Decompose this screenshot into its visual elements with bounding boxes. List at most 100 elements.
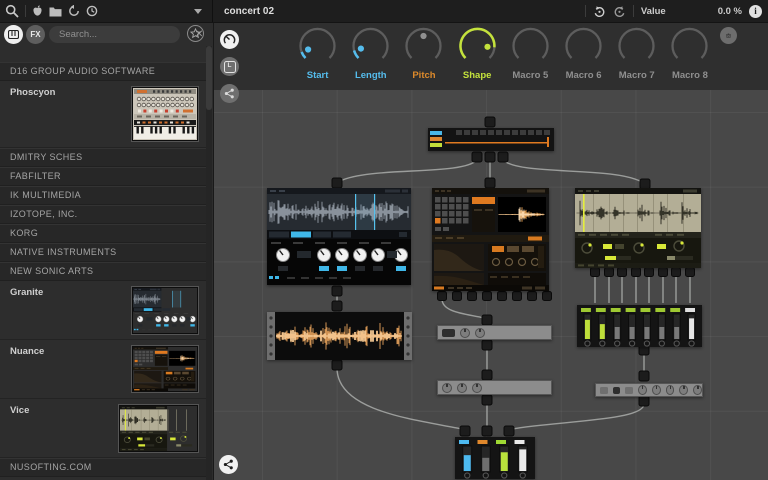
mini-knob[interactable]: [460, 328, 470, 338]
patch-port[interactable]: [452, 291, 462, 301]
patch-port[interactable]: [482, 291, 492, 301]
undo-button[interactable]: [593, 5, 606, 18]
patch-port[interactable]: [332, 286, 343, 297]
patch-port[interactable]: [482, 395, 493, 406]
node-utility-3[interactable]: [595, 383, 703, 397]
node-utility-1[interactable]: [437, 325, 552, 340]
mini-knob[interactable]: [475, 328, 485, 338]
macro-knob-macro-6[interactable]: Macro 6: [557, 26, 610, 81]
macro-knob-start[interactable]: Start: [291, 26, 344, 81]
node-mixer-8ch[interactable]: [577, 305, 702, 347]
node-audio-recorder[interactable]: [267, 312, 412, 360]
vendor-header[interactable]: IK MULTIMEDIA: [0, 186, 206, 205]
vendor-header[interactable]: IZOTOPE, INC.: [0, 205, 206, 224]
audio-unit-icon[interactable]: [32, 5, 43, 17]
plugin-item-granite[interactable]: Granite: [0, 281, 206, 340]
patch-port[interactable]: [482, 370, 493, 381]
node-vice-instrument[interactable]: [575, 188, 701, 268]
macro-knob-shape[interactable]: Shape: [451, 26, 504, 81]
clock-icon[interactable]: [86, 5, 98, 17]
button-chip[interactable]: [600, 387, 608, 394]
patch-port[interactable]: [590, 267, 600, 277]
favorites-button[interactable]: [187, 25, 204, 42]
patch-port[interactable]: [639, 396, 650, 407]
patch-port[interactable]: [604, 267, 614, 277]
graph-overlay-button[interactable]: [219, 455, 238, 474]
patch-port[interactable]: [332, 178, 343, 189]
mini-knob[interactable]: [442, 383, 452, 393]
patch-port[interactable]: [658, 267, 668, 277]
patch-port[interactable]: [644, 267, 654, 277]
macro-knob-pitch[interactable]: Pitch: [397, 26, 450, 81]
patch-port[interactable]: [631, 267, 641, 277]
mini-knob[interactable]: [472, 383, 482, 393]
patch-port[interactable]: [671, 267, 681, 277]
vendor-header[interactable]: D16 GROUP AUDIO SOFTWARE: [0, 62, 206, 81]
patch-port[interactable]: [482, 315, 493, 326]
search-input[interactable]: [49, 29, 195, 40]
mini-knob[interactable]: [666, 385, 675, 395]
patch-port[interactable]: [485, 152, 496, 163]
vendor-header[interactable]: NUSOFTING.COM: [0, 458, 206, 477]
plugin-item-nuance[interactable]: Nuance: [0, 340, 206, 399]
folder-icon[interactable]: [49, 6, 62, 17]
mini-knob[interactable]: [679, 385, 688, 395]
macro-knob-length[interactable]: Length: [344, 26, 397, 81]
redo-button[interactable]: [613, 5, 626, 18]
vendor-header[interactable]: NEW SONIC ARTS: [0, 262, 206, 281]
patch-port[interactable]: [472, 152, 483, 163]
fx-filter-button[interactable]: FX: [26, 25, 45, 44]
patch-port[interactable]: [617, 267, 627, 277]
instrument-filter-button[interactable]: [4, 25, 23, 44]
node-midi-router[interactable]: [428, 128, 554, 151]
vendor-header[interactable]: NATIVE INSTRUMENTS: [0, 243, 206, 262]
button-chip[interactable]: [625, 387, 633, 394]
recent-history-icon[interactable]: [68, 5, 80, 17]
macro-knob-macro-7[interactable]: Macro 7: [610, 26, 663, 81]
camera-button[interactable]: [720, 27, 737, 44]
node-nuance-instrument[interactable]: [432, 188, 549, 291]
patch-port[interactable]: [639, 371, 650, 382]
patch-port[interactable]: [527, 291, 537, 301]
patch-port[interactable]: [437, 291, 447, 301]
node-granite-instrument[interactable]: [267, 188, 411, 285]
patch-port[interactable]: [485, 117, 496, 128]
sidebar-scrollbar[interactable]: [206, 46, 212, 480]
patch-port[interactable]: [460, 426, 471, 437]
search-icon[interactable]: [5, 4, 19, 18]
session-title[interactable]: concert 02: [224, 6, 274, 17]
toggle-chip[interactable]: [442, 329, 455, 337]
info-icon[interactable]: i: [749, 5, 762, 18]
mini-knob[interactable]: [457, 383, 467, 393]
patch-port[interactable]: [482, 340, 493, 351]
chevron-down-icon[interactable]: [194, 9, 202, 14]
patch-port[interactable]: [485, 178, 496, 189]
patch-port[interactable]: [332, 360, 343, 371]
button-chip-active[interactable]: [613, 387, 621, 394]
plugin-item-phoscyon[interactable]: Phoscyon: [0, 81, 206, 148]
patch-port[interactable]: [498, 152, 509, 163]
scrollbar-handle[interactable]: [206, 46, 212, 110]
vendor-header[interactable]: KORG: [0, 224, 206, 243]
patch-port[interactable]: [497, 291, 507, 301]
macro-knob-macro-5[interactable]: Macro 5: [504, 26, 557, 81]
patch-port[interactable]: [504, 426, 515, 437]
patch-port[interactable]: [685, 267, 695, 277]
layout-view-button[interactable]: L: [220, 57, 239, 76]
patch-port[interactable]: [482, 426, 493, 437]
patch-port[interactable]: [332, 301, 343, 312]
patch-port[interactable]: [467, 291, 477, 301]
macro-knob-macro-8[interactable]: Macro 8: [663, 26, 716, 81]
mini-knob[interactable]: [693, 385, 702, 395]
node-mixer-4ch[interactable]: [455, 437, 535, 479]
patch-port[interactable]: [512, 291, 522, 301]
mini-knob[interactable]: [638, 385, 647, 395]
vendor-header[interactable]: FABFILTER: [0, 167, 206, 186]
patch-port[interactable]: [542, 291, 552, 301]
vendor-header[interactable]: DMITRY SCHES: [0, 148, 206, 167]
perform-view-button[interactable]: [220, 30, 239, 49]
node-utility-2[interactable]: [437, 380, 552, 395]
mini-knob[interactable]: [652, 385, 661, 395]
graph-view-button[interactable]: [220, 84, 239, 103]
plugin-item-vice[interactable]: Vice: [0, 399, 206, 458]
